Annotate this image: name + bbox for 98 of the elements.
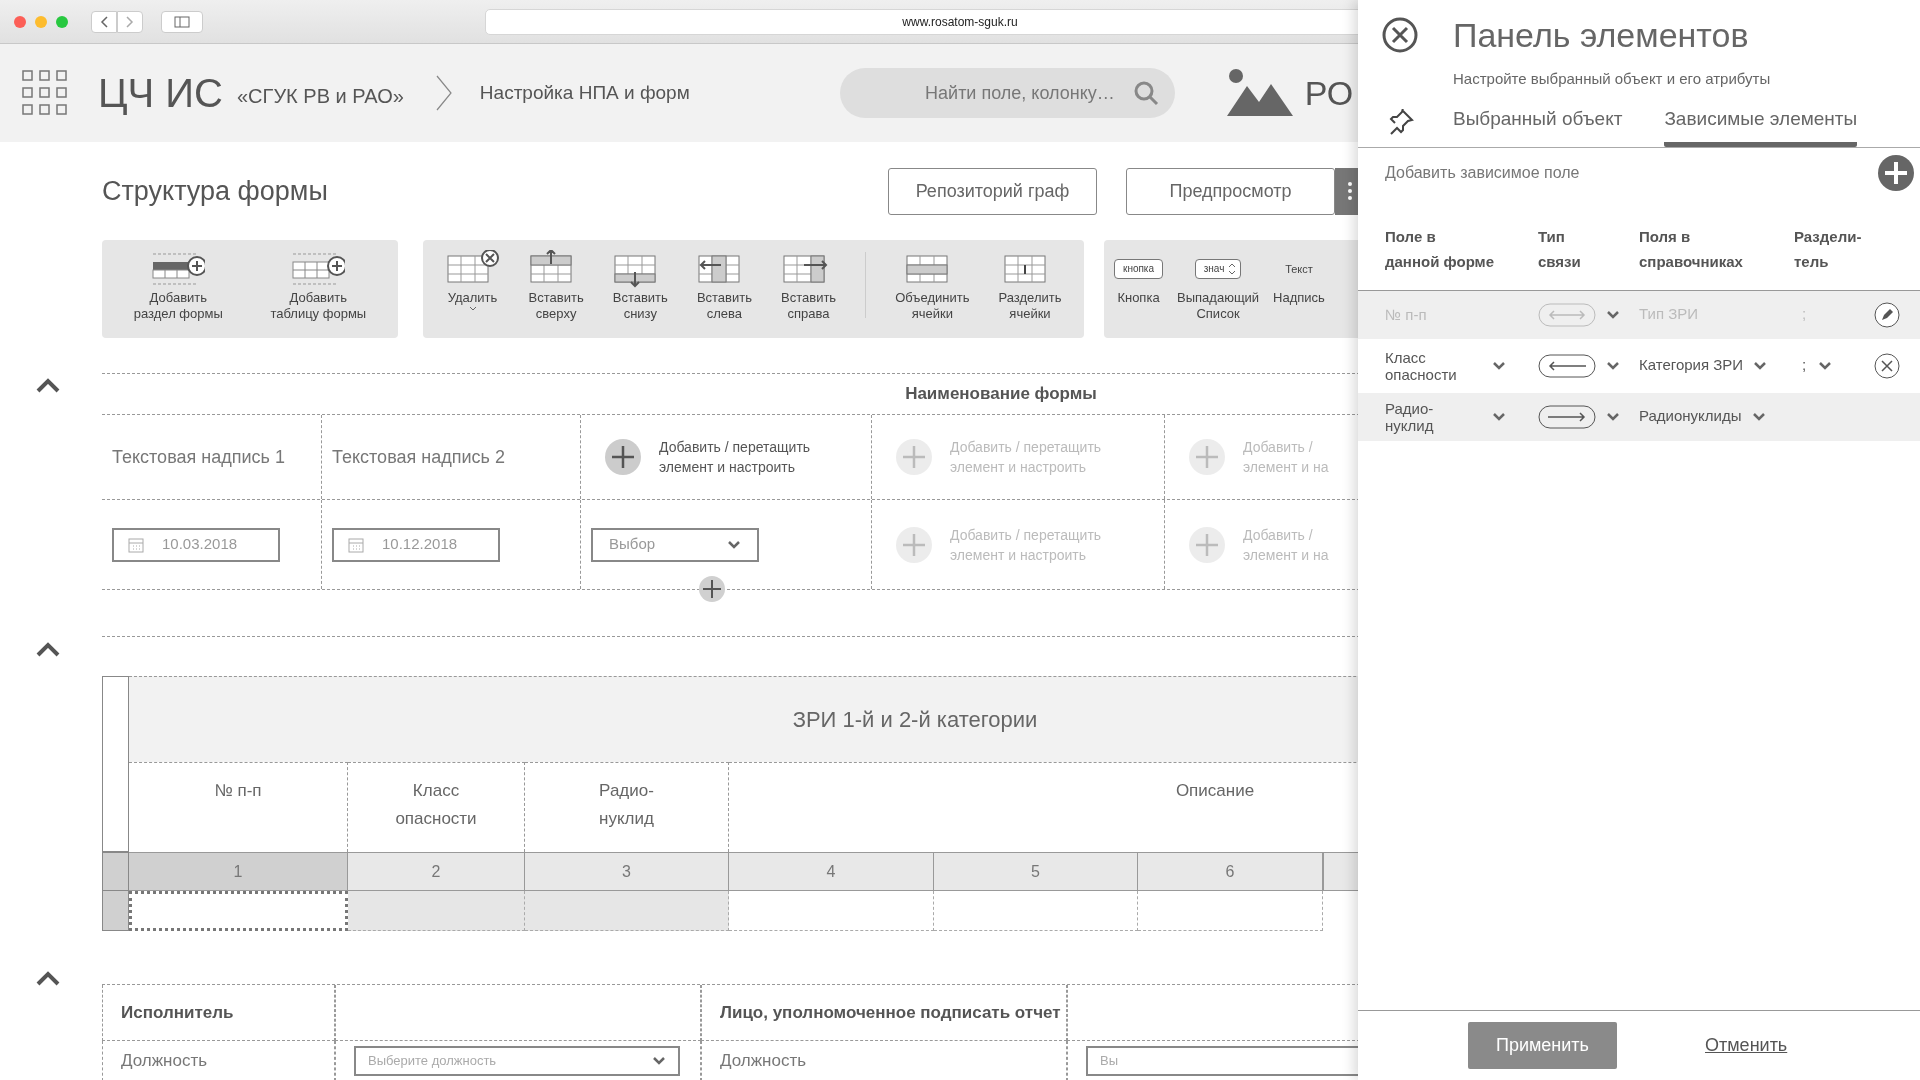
chevron-down-icon[interactable] <box>1818 360 1833 371</box>
toolbar-button[interactable]: Вставить сверху <box>528 250 584 322</box>
column-header: Раздели- тель <box>1794 226 1863 272</box>
chevron-down-icon[interactable] <box>1751 411 1766 422</box>
column-number[interactable]: 4 <box>729 852 934 891</box>
apps-menu-icon[interactable] <box>22 70 68 116</box>
section-header: Лицо, уполномоченное подписать отчет <box>701 985 1067 1041</box>
sidebar-icon[interactable] <box>174 15 190 28</box>
field-label: Должность <box>720 1050 807 1073</box>
back-button[interactable] <box>91 10 117 33</box>
chevron-right-icon[interactable] <box>126 15 134 28</box>
chevron-left-icon[interactable] <box>100 15 108 28</box>
chevron-down-icon[interactable] <box>1753 360 1768 371</box>
chevron-down-icon[interactable] <box>727 539 741 550</box>
table-cell[interactable] <box>729 891 934 931</box>
field-name: Радио- нуклид <box>1385 399 1435 434</box>
image-icon <box>1226 68 1293 118</box>
separator-value: ; <box>1801 304 1807 325</box>
collapse-icon[interactable] <box>35 378 61 394</box>
app-subtitle: «СГУК РВ и РАО» <box>237 84 404 109</box>
preview-button[interactable]: Предпросмотр <box>1126 167 1335 215</box>
search-icon[interactable] <box>1132 80 1159 106</box>
address-bar[interactable]: www.rosatom-sguk.ru <box>485 9 1358 35</box>
chevron-down-icon[interactable] <box>1606 411 1620 422</box>
table-icon <box>291 250 346 288</box>
column-header: Поля в справочниках <box>1639 226 1744 272</box>
column-header: Поле в данной форме <box>1385 226 1496 272</box>
chevron-down-icon[interactable] <box>1606 360 1620 371</box>
text-label: Текстовая надпись 2 <box>332 445 505 469</box>
app-title: ЦЧ ИС <box>98 70 223 117</box>
edit-icon[interactable] <box>1874 301 1900 328</box>
toolbar-button[interactable]: кнопка Кнопка <box>1114 250 1164 306</box>
toolbar-button[interactable]: знач Выпадающий Список <box>1177 250 1260 322</box>
chevron-down-icon[interactable] <box>1606 309 1620 320</box>
chevron-down-icon[interactable] <box>1492 411 1506 422</box>
caret-icon[interactable] <box>468 306 477 312</box>
table-icon <box>151 250 206 288</box>
separator-value: ; <box>1801 355 1807 376</box>
add-dependent-label: Добавить зависимое поле <box>1385 162 1580 183</box>
panel-subtitle: Настройте выбранный объект и его атрибуты <box>1453 69 1772 89</box>
close-window-icon[interactable] <box>14 15 26 28</box>
toolbar-button[interactable]: Вставить справа <box>781 250 837 322</box>
table-cell[interactable] <box>129 891 348 931</box>
toolbar-button[interactable]: Вставить слева <box>696 250 752 322</box>
breadcrumb[interactable]: Настройка НПА и форм <box>479 78 690 108</box>
field-name: Класс опасности <box>1385 348 1458 383</box>
repository-button[interactable]: Репозиторий граф <box>888 167 1097 215</box>
date-field[interactable]: 10.03.2018 <box>112 527 280 562</box>
table-cell[interactable] <box>348 891 525 931</box>
toolbar-button[interactable]: Добавить таблицу формы <box>270 250 367 322</box>
column-number[interactable]: 5 <box>934 852 1138 891</box>
table-cell[interactable] <box>934 891 1138 931</box>
panel-title: Панель элементов <box>1453 14 1749 56</box>
toolbar-button[interactable]: Текст Надпись <box>1273 250 1325 306</box>
button-sample: кнопка <box>1114 259 1164 279</box>
column-number[interactable]: 1 <box>129 852 348 891</box>
add-row-icon[interactable] <box>698 575 726 603</box>
text-sample: Текст <box>1285 262 1313 277</box>
toolbar-button[interactable]: Объединить ячейки <box>895 250 970 322</box>
spinner-arrows-icon <box>1228 263 1237 275</box>
cancel-link[interactable]: Отменить <box>1705 1032 1788 1059</box>
more-menu-button[interactable] <box>1335 167 1358 215</box>
column-number[interactable]: 3 <box>525 852 729 891</box>
page-title: Структура формы <box>102 174 328 208</box>
section-header: Исполнитель <box>102 985 335 1041</box>
add-element-button[interactable]: Добавить / перетащить элемент и настроить <box>591 437 811 477</box>
collapse-icon[interactable] <box>35 971 61 987</box>
column-number[interactable]: 2 <box>348 852 525 891</box>
table-title: ЗРИ 1-й и 2-й категории <box>129 676 1358 762</box>
brand-logo: РО <box>1304 72 1354 114</box>
column-header: Тип связи <box>1538 226 1582 272</box>
row-header-cell[interactable] <box>103 891 129 931</box>
toolbar-button[interactable]: Вставить снизу <box>612 250 668 322</box>
reference-field: Радионуклиды <box>1639 405 1742 428</box>
dropdown-sample: знач <box>1194 259 1242 279</box>
chevron-down-icon[interactable] <box>652 1056 666 1066</box>
apply-button[interactable]: Применить <box>1468 1022 1617 1069</box>
chevron-down-icon[interactable] <box>1492 360 1506 371</box>
toolbar-button[interactable]: Удалить <box>445 250 500 312</box>
plus-icon[interactable] <box>605 439 641 475</box>
delete-icon[interactable] <box>1874 352 1900 379</box>
toolbar-button[interactable]: Разделить ячейки <box>998 250 1062 322</box>
toolbar-button[interactable]: Добавить раздел формы <box>133 250 223 322</box>
pin-icon[interactable] <box>1388 108 1414 135</box>
table-cell[interactable] <box>1138 891 1323 931</box>
add-icon[interactable] <box>1878 154 1914 191</box>
row-header-cell[interactable] <box>103 852 129 891</box>
form-title: Наименование формы <box>905 383 1097 406</box>
field-label: Должность <box>121 1050 208 1073</box>
table-cell[interactable] <box>525 891 729 931</box>
close-icon[interactable] <box>1382 17 1418 53</box>
collapse-icon[interactable] <box>35 642 61 658</box>
column-number[interactable]: 6 <box>1138 852 1323 891</box>
tab[interactable]: Зависимые элементы <box>1664 105 1858 147</box>
text-label: Текстовая надпись 1 <box>112 445 285 469</box>
reference-field: Категория ЗРИ <box>1639 354 1744 377</box>
search-field[interactable]: Найти поле, колонку… <box>839 68 1175 118</box>
tab[interactable]: Выбранный объект <box>1453 105 1623 147</box>
